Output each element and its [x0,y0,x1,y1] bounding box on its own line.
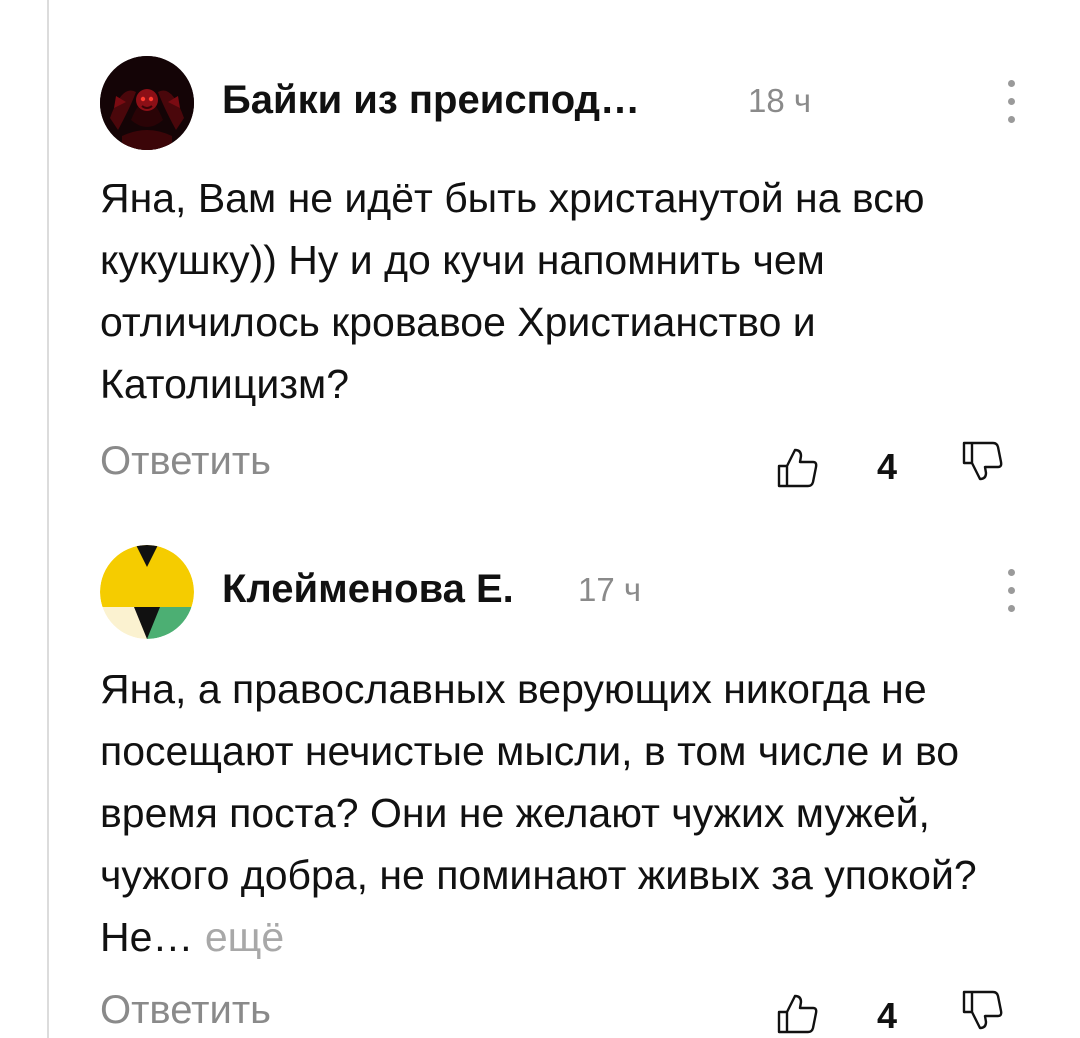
geometric-avatar-icon [100,545,194,639]
show-more-link[interactable]: ещё [205,914,284,960]
kebab-menu-icon[interactable] [1002,78,1022,124]
avatar[interactable] [100,56,194,150]
author-name[interactable]: Клейменова Е. [222,567,514,612]
avatar[interactable] [100,545,194,639]
thumbs-up-icon[interactable] [775,444,821,490]
reply-button[interactable]: Ответить [100,439,271,484]
comment-header: Клейменова Е. 17 ч [100,545,1020,639]
thumbs-up-icon[interactable] [775,990,821,1036]
thumbs-down-icon[interactable] [960,988,1006,1034]
comment-text: Яна, а православных верующих никогда не … [100,658,1030,968]
comment-time: 17 ч [578,571,642,608]
reply-button[interactable]: Ответить [100,988,271,1033]
comment-text: Яна, Вам не идёт быть христанутой на всю… [100,175,925,407]
like-count: 4 [877,446,898,487]
like-count: 4 [877,995,898,1036]
author-name[interactable]: Байки из преиспод… [222,78,640,123]
comment-time: 18 ч [748,82,812,119]
kebab-menu-icon[interactable] [1002,567,1022,613]
thumbs-down-icon[interactable] [960,439,1006,485]
dark-skull-avatar-icon [100,56,194,150]
thread-line [47,0,49,1038]
comment-header: Байки из преиспод… 18 ч [100,56,1020,150]
